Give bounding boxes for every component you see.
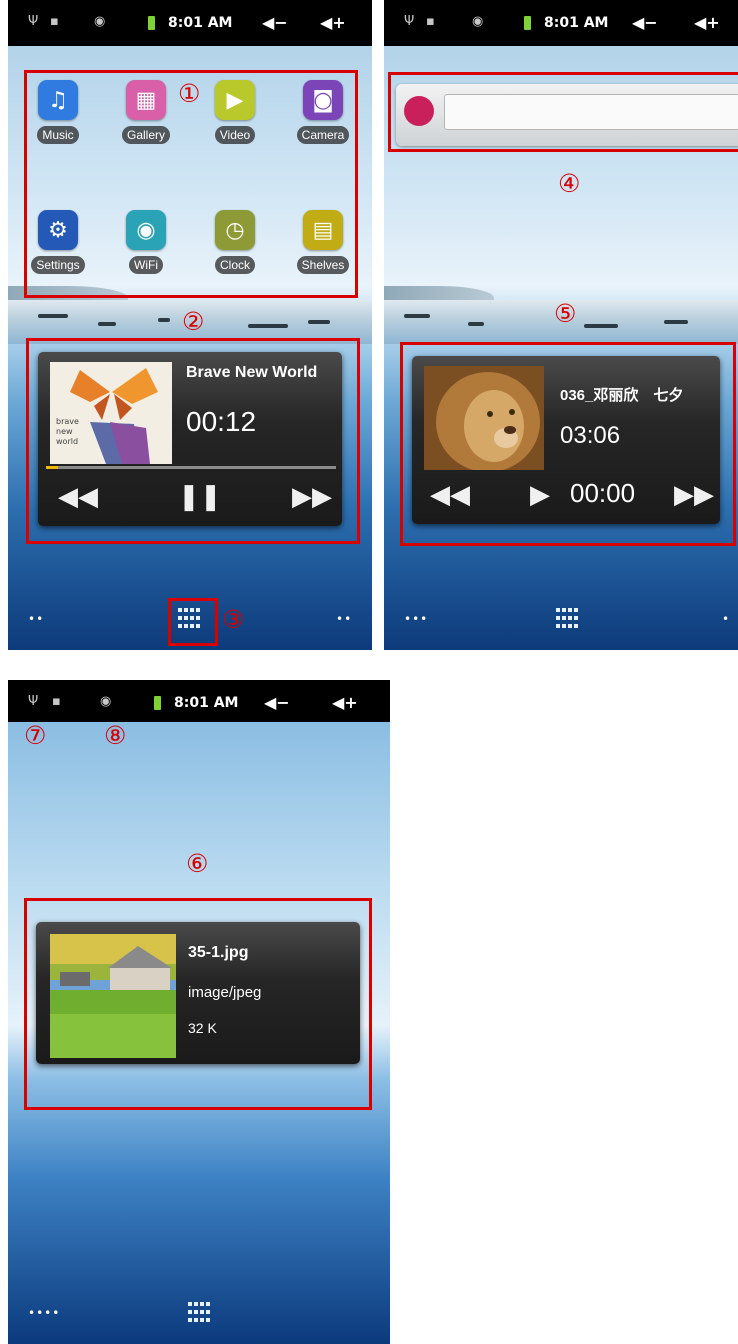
volume-down-button[interactable]: ◀− <box>264 693 290 712</box>
page-indicator-left[interactable]: •••• <box>28 1306 60 1320</box>
app-drawer-button[interactable] <box>556 608 578 630</box>
wifi-icon: ◉ <box>94 14 106 29</box>
page-indicator-left[interactable]: •• <box>28 612 44 626</box>
callout-4: ④ <box>558 169 581 198</box>
callout-3: ③ <box>222 605 245 634</box>
volume-up-button[interactable]: ◀+ <box>332 693 358 712</box>
annotation-box-5 <box>400 342 736 546</box>
home-screen-1: Ψ ▪ ◉ 8:01 AM ◀− ◀+ ♫ Music ▦ Gallery ▶ … <box>8 0 372 650</box>
callout-6: ⑥ <box>186 849 209 878</box>
status-bar: Ψ ▪ ◉ 8:01 AM ◀− ◀+ <box>384 0 738 46</box>
callout-5: ⑤ <box>554 299 577 328</box>
battery-icon <box>148 16 155 30</box>
page-indicator-right[interactable]: • <box>722 612 730 626</box>
annotation-box-2 <box>26 338 360 544</box>
battery-icon <box>524 16 531 30</box>
wifi-icon: ◉ <box>100 694 112 709</box>
status-bar: Ψ ▪ ◉ 8:01 AM ◀− ◀+ <box>8 0 372 46</box>
app-drawer-button[interactable] <box>188 1302 210 1324</box>
battery-icon <box>154 696 161 710</box>
android-debug-icon: ▪ <box>50 14 59 29</box>
home-screen-2: Ψ ▪ ◉ 8:01 AM ◀− ◀+ ④ ⑤ 036_邓丽欣 七夕 03:06… <box>384 0 738 650</box>
volume-down-button[interactable]: ◀− <box>632 13 658 32</box>
wifi-icon: ◉ <box>472 14 484 29</box>
annotation-box-4 <box>388 72 738 152</box>
volume-up-button[interactable]: ◀+ <box>694 13 720 32</box>
home-screen-3: Ψ ▪ ◉ 8:01 AM ◀− ◀+ ⑦ ⑧ ⑥ 35-1.jpg image… <box>8 680 390 1344</box>
usb-icon: Ψ <box>28 14 39 29</box>
usb-icon: Ψ <box>404 14 415 29</box>
page-indicator-left[interactable]: ••• <box>404 612 428 626</box>
clock-time: 8:01 AM <box>544 15 609 31</box>
volume-up-button[interactable]: ◀+ <box>320 13 346 32</box>
annotation-box-3 <box>168 598 218 646</box>
callout-1: ① <box>178 79 201 108</box>
callout-2: ② <box>182 307 205 336</box>
android-debug-icon: ▪ <box>426 14 435 29</box>
status-bar: Ψ ▪ ◉ 8:01 AM ◀− ◀+ <box>8 680 390 722</box>
usb-icon: Ψ <box>28 694 39 709</box>
page-indicator-right[interactable]: •• <box>336 612 352 626</box>
clock-time: 8:01 AM <box>174 695 239 711</box>
annotation-box-6 <box>24 898 372 1110</box>
android-debug-icon: ▪ <box>52 694 61 709</box>
volume-down-button[interactable]: ◀− <box>262 13 288 32</box>
clock-time: 8:01 AM <box>168 15 233 31</box>
callout-8: ⑧ <box>104 721 127 750</box>
callout-7: ⑦ <box>24 721 47 750</box>
